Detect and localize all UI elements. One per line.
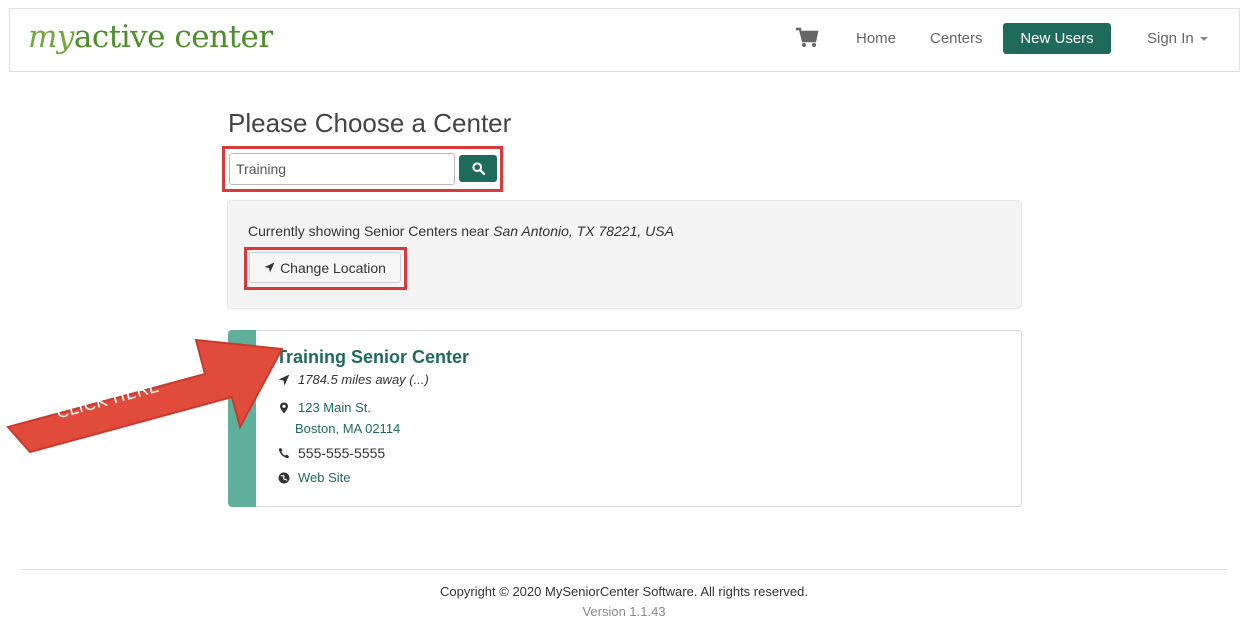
brand-logo-rest: active center (73, 19, 273, 55)
search-button[interactable] (459, 155, 497, 182)
footer-copyright: Copyright © 2020 MySeniorCenter Software… (440, 584, 808, 599)
location-arrow-icon (264, 262, 275, 273)
change-location-button[interactable]: Change Location (249, 252, 401, 283)
sign-in-label: Sign In (1147, 30, 1194, 47)
sign-in-dropdown[interactable]: Sign In (1147, 30, 1208, 47)
brand-logo[interactable]: myactive center (28, 19, 273, 55)
click-here-arrow (6, 338, 284, 454)
caret-down-icon (1199, 37, 1208, 42)
address-line1[interactable]: 123 Main St. (298, 400, 371, 415)
address-line2[interactable]: Boston, MA 02114 (295, 421, 400, 436)
nav-centers-link[interactable]: Centers (930, 30, 983, 47)
website-link[interactable]: Web Site (298, 470, 351, 485)
top-navbar: myactive center Home Centers New Users S… (9, 8, 1240, 72)
footer-version: Version 1.1.43 (582, 604, 666, 619)
location-text: Currently showing Senior Centers near Sa… (248, 223, 674, 239)
footer-divider (21, 569, 1228, 570)
distance-text: 1784.5 miles away (...) (298, 372, 429, 387)
change-location-label: Change Location (280, 259, 386, 276)
location-prefix: Currently showing Senior Centers near (248, 223, 494, 239)
page-title: Please Choose a Center (228, 108, 512, 138)
search-input[interactable]: Training (229, 153, 455, 185)
phone-number: 555-555-5555 (298, 445, 386, 461)
distance-row: 1784.5 miles away (...) (278, 372, 429, 387)
search-icon (471, 162, 485, 175)
new-users-button[interactable]: New Users (1003, 23, 1111, 54)
location-place: San Antonio, TX 78221, USA (493, 223, 674, 239)
nav-home-link[interactable]: Home (856, 30, 896, 47)
cart-icon[interactable] (795, 27, 819, 49)
brand-logo-my: my (28, 19, 74, 55)
center-name-link[interactable]: Training Senior Center (276, 347, 469, 368)
